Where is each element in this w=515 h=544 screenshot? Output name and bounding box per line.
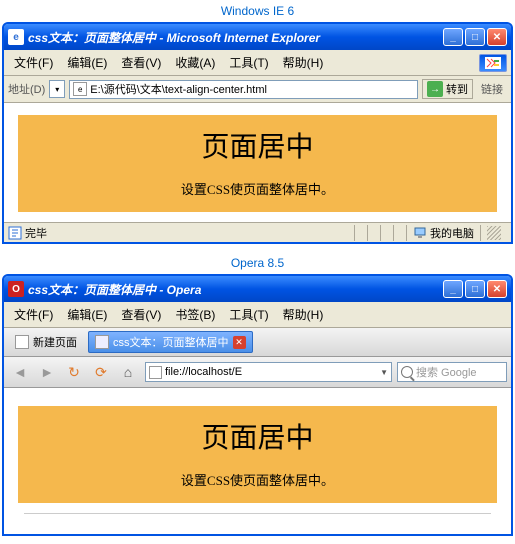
throbber-icon	[479, 54, 507, 72]
url-text: file://localhost/E	[165, 366, 242, 378]
minimize-button[interactable]: _	[443, 280, 463, 298]
resize-grip[interactable]	[487, 226, 501, 240]
caption-ie: Windows IE 6	[0, 0, 515, 22]
page-icon	[149, 366, 162, 379]
menu-edit[interactable]: 编辑(E)	[61, 52, 113, 73]
page-icon: e	[73, 82, 87, 96]
address-input[interactable]: e E:\源代码\文本\text-align-center.html	[69, 80, 418, 99]
content-box: 页面居中 设置CSS使页面整体居中。	[18, 115, 497, 212]
opera-navbar: ◄ ► ↻ ⟳ ⌂ file://localhost/E ▼ 搜索 Google	[4, 357, 511, 388]
search-icon	[401, 366, 413, 378]
url-dropdown-icon[interactable]: ▼	[380, 368, 388, 377]
opera-titlebar[interactable]: O css文本：页面整体居中 - Opera _ □ ✕	[4, 276, 511, 302]
newtab-label: 新建页面	[33, 334, 77, 350]
go-button[interactable]: → 转到	[422, 79, 473, 99]
status-text: 完毕	[25, 225, 47, 241]
home-button[interactable]: ⌂	[116, 361, 140, 383]
tab-label: css文本：页面整体居中	[113, 334, 229, 350]
menu-tools[interactable]: 工具(T)	[223, 304, 274, 325]
menu-tools[interactable]: 工具(T)	[223, 52, 274, 73]
tab-active[interactable]: css文本：页面整体居中 ✕	[88, 331, 253, 353]
ie-statusbar: 完毕 我的电脑	[4, 222, 511, 242]
page-icon	[95, 335, 109, 349]
close-button[interactable]: ✕	[487, 28, 507, 46]
maximize-button[interactable]: □	[465, 28, 485, 46]
menu-view[interactable]: 查看(V)	[115, 52, 167, 73]
url-text: E:\源代码\文本\text-align-center.html	[90, 81, 267, 97]
ie-window: e css文本：页面整体居中 - Microsoft Internet Expl…	[2, 22, 513, 244]
back-button[interactable]: ◄	[8, 361, 32, 383]
reload-button[interactable]: ↻	[62, 361, 86, 383]
page-heading: 页面居中	[18, 416, 497, 456]
menu-file[interactable]: 文件(F)	[8, 52, 59, 73]
new-page-icon	[15, 335, 29, 349]
close-button[interactable]: ✕	[487, 280, 507, 298]
opera-app-icon: O	[8, 281, 24, 297]
done-icon	[8, 226, 22, 240]
opera-title-text: css文本：页面整体居中 - Opera	[28, 281, 443, 298]
ie-title-text: css文本：页面整体居中 - Microsoft Internet Explor…	[28, 29, 443, 46]
menu-file[interactable]: 文件(F)	[8, 304, 59, 325]
address-label: 地址(D)	[8, 81, 45, 97]
address-history-dropdown[interactable]: ▾	[49, 80, 65, 98]
menu-view[interactable]: 查看(V)	[115, 304, 167, 325]
go-arrow-icon: →	[427, 81, 443, 97]
go-label: 转到	[446, 81, 468, 97]
ie-menubar: 文件(F) 编辑(E) 查看(V) 收藏(A) 工具(T) 帮助(H)	[4, 50, 511, 76]
tab-close-icon[interactable]: ✕	[233, 336, 246, 349]
menu-help[interactable]: 帮助(H)	[277, 52, 330, 73]
tab-new[interactable]: 新建页面	[8, 331, 84, 353]
menu-bookmarks[interactable]: 书签(B)	[169, 304, 221, 325]
minimize-button[interactable]: _	[443, 28, 463, 46]
opera-menubar: 文件(F) 编辑(E) 查看(V) 书签(B) 工具(T) 帮助(H)	[4, 302, 511, 328]
links-label[interactable]: 链接	[477, 79, 507, 99]
menu-favorites[interactable]: 收藏(A)	[169, 52, 221, 73]
menu-help[interactable]: 帮助(H)	[277, 304, 330, 325]
ie-viewport: 页面居中 设置CSS使页面整体居中。	[4, 103, 511, 222]
security-zone: 我的电脑	[406, 225, 480, 241]
search-input[interactable]: 搜索 Google	[397, 362, 507, 382]
ie-app-icon: e	[8, 29, 24, 45]
search-placeholder: 搜索 Google	[416, 364, 477, 380]
ie-address-bar: 地址(D) ▾ e E:\源代码\文本\text-align-center.ht…	[4, 76, 511, 103]
menu-edit[interactable]: 编辑(E)	[61, 304, 113, 325]
opera-window: O css文本：页面整体居中 - Opera _ □ ✕ 文件(F) 编辑(E)…	[2, 274, 513, 536]
forward-button[interactable]: ►	[35, 361, 59, 383]
page-subtext: 设置CSS使页面整体居中。	[18, 179, 497, 198]
maximize-button[interactable]: □	[465, 280, 485, 298]
opera-viewport: 页面居中 设置CSS使页面整体居中。	[4, 388, 511, 534]
page-subtext: 设置CSS使页面整体居中。	[18, 470, 497, 489]
opera-tabbar: 新建页面 css文本：页面整体居中 ✕	[4, 328, 511, 357]
caption-opera: Opera 8.5	[0, 252, 515, 274]
stop-button[interactable]: ⟳	[89, 361, 113, 383]
page-heading: 页面居中	[18, 125, 497, 165]
zone-text: 我的电脑	[430, 225, 474, 241]
ie-titlebar[interactable]: e css文本：页面整体居中 - Microsoft Internet Expl…	[4, 24, 511, 50]
url-input[interactable]: file://localhost/E ▼	[145, 362, 392, 382]
computer-icon	[413, 226, 427, 240]
content-box: 页面居中 设置CSS使页面整体居中。	[18, 406, 497, 503]
